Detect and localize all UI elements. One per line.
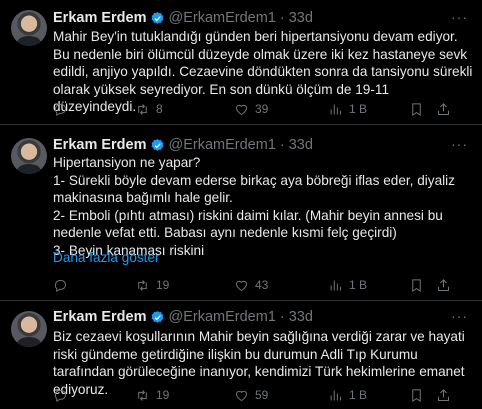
share-button[interactable] bbox=[436, 385, 451, 405]
avatar[interactable] bbox=[11, 311, 47, 347]
reply-icon bbox=[54, 389, 66, 402]
retweet-icon bbox=[138, 279, 147, 291]
reply-icon bbox=[54, 103, 66, 116]
tweet-header: Erkam Erdem @ErkamErdem1 · 33d bbox=[53, 8, 313, 28]
timestamp[interactable]: 33d bbox=[289, 137, 313, 153]
author-handle[interactable]: @ErkamErdem1 bbox=[169, 309, 276, 325]
retweet-icon bbox=[138, 103, 147, 115]
retweet-button[interactable]: 8 bbox=[135, 99, 163, 119]
like-icon bbox=[235, 280, 248, 291]
like-button[interactable]: 59 bbox=[234, 385, 268, 405]
bookmark-icon bbox=[412, 102, 421, 116]
tweet-actions: 19 43 1 B bbox=[53, 275, 473, 295]
tweet[interactable]: Erkam Erdem @ErkamErdem1 · 33d ··· Biz c… bbox=[0, 301, 482, 409]
avatar[interactable] bbox=[11, 138, 47, 174]
tweet[interactable]: Erkam Erdem @ErkamErdem1 · 33d ··· Mahir… bbox=[0, 0, 482, 125]
share-icon bbox=[438, 102, 449, 115]
like-icon bbox=[235, 390, 248, 401]
timestamp[interactable]: 33d bbox=[289, 309, 313, 325]
bookmark-button[interactable] bbox=[409, 275, 424, 295]
like-button[interactable]: 39 bbox=[234, 99, 268, 119]
views-count: 1 B bbox=[349, 102, 368, 116]
author-name[interactable]: Erkam Erdem bbox=[53, 10, 147, 26]
reply-icon bbox=[54, 279, 66, 292]
tweet-header: Erkam Erdem @ErkamErdem1 · 33d bbox=[53, 307, 313, 327]
retweet-icon bbox=[138, 389, 147, 401]
reply-button[interactable] bbox=[53, 99, 74, 119]
share-button[interactable] bbox=[436, 99, 451, 119]
tweet-text: Hipertansiyon ne yapar? 1- Sürekli böyle… bbox=[53, 155, 455, 258]
timestamp[interactable]: 33d bbox=[289, 10, 313, 26]
author-handle[interactable]: @ErkamErdem1 bbox=[169, 10, 276, 26]
more-options-icon[interactable]: ··· bbox=[451, 308, 468, 324]
more-options-icon[interactable]: ··· bbox=[451, 9, 468, 25]
retweet-count: 19 bbox=[156, 278, 170, 292]
bookmark-button[interactable] bbox=[409, 385, 424, 405]
tweet-actions: 8 39 1 B bbox=[53, 99, 473, 119]
separator: · bbox=[279, 10, 285, 26]
tweet-actions: 19 59 1 B bbox=[53, 385, 473, 405]
like-count: 43 bbox=[255, 278, 269, 292]
share-button[interactable] bbox=[436, 275, 451, 295]
views-icon bbox=[330, 280, 341, 290]
verified-badge-icon bbox=[151, 310, 163, 323]
separator: · bbox=[279, 309, 285, 325]
views-button[interactable]: 1 B bbox=[328, 275, 367, 295]
author-handle[interactable]: @ErkamErdem1 bbox=[169, 137, 276, 153]
views-button[interactable]: 1 B bbox=[328, 99, 367, 119]
more-options-icon[interactable]: ··· bbox=[451, 136, 468, 152]
retweet-button[interactable]: 19 bbox=[135, 275, 169, 295]
retweet-count: 8 bbox=[156, 102, 163, 116]
reply-button[interactable] bbox=[53, 275, 74, 295]
bookmark-icon bbox=[412, 278, 421, 292]
views-count: 1 B bbox=[349, 278, 368, 292]
author-name[interactable]: Erkam Erdem bbox=[53, 137, 147, 153]
verified-badge-icon bbox=[151, 138, 163, 151]
like-button[interactable]: 43 bbox=[234, 275, 268, 295]
bookmark-icon bbox=[412, 388, 421, 402]
avatar[interactable] bbox=[11, 10, 47, 46]
like-count: 59 bbox=[255, 388, 269, 402]
bookmark-button[interactable] bbox=[409, 99, 424, 119]
views-icon bbox=[330, 390, 341, 400]
share-icon bbox=[438, 388, 449, 401]
share-icon bbox=[438, 278, 449, 291]
author-name[interactable]: Erkam Erdem bbox=[53, 309, 147, 325]
reply-button[interactable] bbox=[53, 385, 74, 405]
verified-badge-icon bbox=[151, 11, 163, 24]
separator: · bbox=[279, 137, 285, 153]
retweet-count: 19 bbox=[156, 388, 170, 402]
tweet-header: Erkam Erdem @ErkamErdem1 · 33d bbox=[53, 135, 313, 155]
tweet[interactable]: Erkam Erdem @ErkamErdem1 · 33d ··· Hiper… bbox=[0, 125, 482, 301]
views-count: 1 B bbox=[349, 388, 368, 402]
views-button[interactable]: 1 B bbox=[328, 385, 367, 405]
retweet-button[interactable]: 19 bbox=[135, 385, 169, 405]
like-count: 39 bbox=[255, 102, 269, 116]
show-more-link[interactable]: Daha fazla göster bbox=[53, 250, 160, 265]
views-icon bbox=[330, 104, 341, 114]
like-icon bbox=[235, 104, 248, 115]
